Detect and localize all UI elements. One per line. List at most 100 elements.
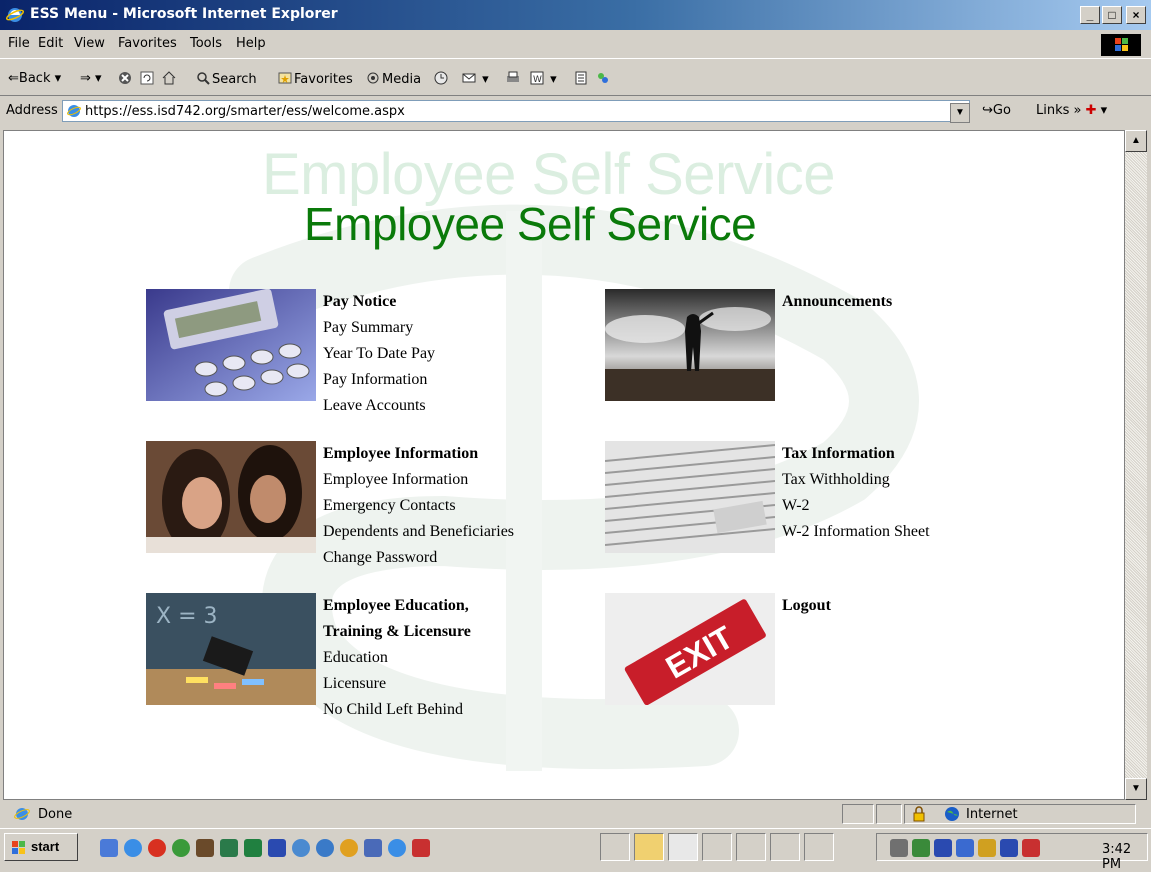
acrobat-task-icon[interactable] — [770, 833, 800, 861]
pay-information-link[interactable]: Pay Information — [323, 367, 435, 393]
address-dropdown-icon[interactable]: ▼ — [950, 103, 970, 123]
emergency-contacts-link[interactable]: Emergency Contacts — [323, 493, 514, 519]
change-password-link[interactable]: Change Password — [323, 545, 514, 571]
home-icon[interactable] — [162, 71, 178, 87]
tray-icon[interactable] — [934, 839, 952, 857]
menu-favorites[interactable]: Favorites — [118, 36, 177, 51]
w2-link[interactable]: W-2 — [782, 493, 930, 519]
menu-edit[interactable]: Edit — [38, 36, 63, 51]
print-icon[interactable] — [506, 71, 522, 87]
address-bar: Address https://ess.isd742.org/smarter/e… — [0, 98, 1151, 126]
announcements-photo — [605, 289, 775, 401]
app-icon[interactable] — [196, 839, 214, 857]
address-input[interactable]: https://ess.isd742.org/smarter/ess/welco… — [62, 100, 970, 122]
maximize-button[interactable]: □ — [1102, 6, 1122, 24]
tray-icon[interactable] — [1000, 839, 1018, 857]
scroll-up-icon[interactable]: ▲ — [1125, 130, 1147, 152]
links-menu-icon: ✚ — [1085, 103, 1097, 118]
page-status-icon — [14, 808, 30, 820]
excel-icon[interactable] — [244, 839, 262, 857]
announcements-link[interactable]: Announcements — [782, 289, 892, 315]
menu-file[interactable]: File — [8, 36, 30, 51]
tray-icon[interactable] — [1022, 839, 1040, 857]
start-button[interactable]: start — [4, 833, 78, 861]
address-label: Address — [6, 103, 58, 118]
lock-icon — [913, 806, 925, 822]
folder-task-icon[interactable] — [634, 833, 664, 861]
ie-icon[interactable] — [388, 839, 406, 857]
links-button[interactable]: Links » ✚ ▾ — [1036, 103, 1107, 118]
ie-task-icon[interactable] — [668, 833, 698, 861]
tray-icon[interactable] — [912, 839, 930, 857]
pay-notice-section: Pay Notice Pay Summary Year To Date Pay … — [323, 289, 435, 419]
messenger-icon[interactable] — [596, 71, 612, 87]
vertical-scrollbar[interactable] — [1125, 130, 1147, 800]
history-icon[interactable] — [434, 71, 450, 87]
leave-accounts-link[interactable]: Leave Accounts — [323, 393, 435, 419]
word-icon[interactable] — [268, 839, 286, 857]
ie-icon[interactable] — [316, 839, 334, 857]
licensure-link[interactable]: Licensure — [323, 671, 471, 697]
search-button[interactable]: Search — [196, 71, 257, 87]
favorites-button[interactable]: Favorites — [278, 71, 353, 87]
minimize-button[interactable]: _ — [1080, 6, 1100, 24]
tray-icon[interactable] — [956, 839, 974, 857]
app-icon[interactable] — [412, 839, 430, 857]
desktop-icon[interactable] — [100, 839, 118, 857]
menu-tools[interactable]: Tools — [190, 36, 222, 51]
menu-view[interactable]: View — [74, 36, 105, 51]
media-player-icon[interactable] — [148, 839, 166, 857]
clock: 3:42 PM — [1102, 842, 1132, 872]
word-task-icon[interactable] — [702, 833, 732, 861]
internet-zone-icon — [945, 807, 959, 821]
start-label: start — [31, 839, 60, 854]
media-button[interactable]: Media — [366, 71, 421, 87]
logout-link[interactable]: Logout — [782, 593, 831, 619]
menu-help[interactable]: Help — [236, 36, 266, 51]
forward-button[interactable]: ⇒ ▾ — [80, 71, 102, 86]
forward-arrow-icon: ⇒ ▾ — [80, 71, 102, 86]
volume-icon[interactable] — [890, 839, 908, 857]
status-bar: Done Internet — [0, 802, 1151, 826]
ie-icon[interactable] — [292, 839, 310, 857]
employee-information-link[interactable]: Employee Information — [323, 467, 514, 493]
employee-information-section: Employee Information Employee Informatio… — [323, 441, 514, 571]
task-button[interactable] — [600, 833, 630, 861]
ie-quicklaunch-icon[interactable] — [124, 839, 142, 857]
zone-cell — [904, 804, 1136, 824]
menu-bar: File Edit View Favorites Tools Help — [0, 32, 1151, 56]
exit-sign-photo: EXIT — [605, 593, 775, 705]
status-cell — [842, 804, 874, 824]
mail-icon[interactable]: ▾ — [462, 71, 489, 87]
edit-icon[interactable]: W ▾ — [530, 71, 557, 87]
app-icon[interactable] — [364, 839, 382, 857]
stop-icon[interactable] — [118, 71, 134, 87]
chalkboard-photo: X = 3 — [146, 593, 316, 705]
media-icon — [367, 72, 379, 84]
task-button[interactable] — [736, 833, 766, 861]
w2-information-sheet-link[interactable]: W-2 Information Sheet — [782, 519, 930, 545]
title-bar[interactable]: ESS Menu - Microsoft Internet Explorer _… — [0, 0, 1151, 30]
refresh-icon[interactable] — [140, 71, 156, 87]
page-icon — [67, 105, 81, 117]
scroll-down-icon[interactable]: ▼ — [1125, 778, 1147, 800]
dependents-beneficiaries-link[interactable]: Dependents and Beneficiaries — [323, 519, 514, 545]
app-icon[interactable] — [220, 839, 238, 857]
no-child-left-behind-link[interactable]: No Child Left Behind — [323, 697, 471, 723]
network-icon[interactable] — [172, 839, 190, 857]
discuss-icon[interactable] — [574, 71, 590, 87]
go-button[interactable]: ↪Go — [982, 103, 1011, 118]
education-section: Employee Education, Training & Licensure… — [323, 593, 471, 723]
calculator-photo — [146, 289, 316, 401]
back-button[interactable]: ⇐Back ▾ — [8, 71, 61, 86]
app-icon[interactable] — [340, 839, 358, 857]
close-button[interactable]: × — [1126, 6, 1146, 24]
taskbar: start 3:42 PM — [0, 828, 1151, 872]
task-button[interactable] — [804, 833, 834, 861]
tax-withholding-link[interactable]: Tax Withholding — [782, 467, 930, 493]
tray-icon[interactable] — [978, 839, 996, 857]
tax-information-title: Tax Information — [782, 445, 895, 462]
education-link[interactable]: Education — [323, 645, 471, 671]
pay-summary-link[interactable]: Pay Summary — [323, 315, 435, 341]
year-to-date-pay-link[interactable]: Year To Date Pay — [323, 341, 435, 367]
